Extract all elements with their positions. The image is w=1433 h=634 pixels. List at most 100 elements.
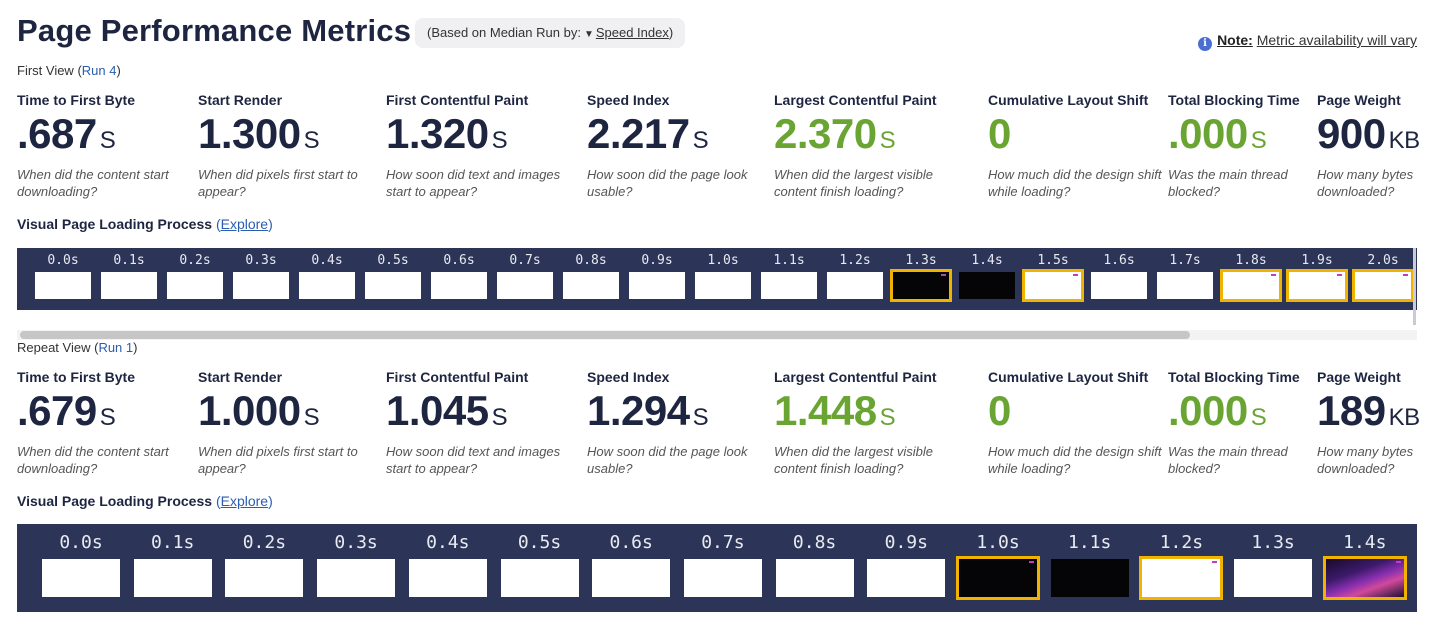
frame-thumbnail[interactable] — [827, 272, 883, 299]
filmstrip-frame[interactable]: 1.0s — [956, 524, 1040, 612]
run-link[interactable]: Run 1 — [98, 340, 133, 355]
metric-value: .000 — [1168, 110, 1248, 157]
filmstrip-frame[interactable]: 0.2s — [225, 524, 304, 612]
frame-time: 1.2s — [1159, 532, 1204, 553]
frame-time: 1.0s — [976, 532, 1020, 553]
frame-thumbnail[interactable] — [1091, 272, 1147, 299]
filmstrip-frame[interactable]: 1.0s — [695, 248, 751, 310]
scrollbar-thumb[interactable] — [20, 331, 1190, 339]
frame-thumbnail[interactable] — [233, 272, 289, 299]
frame-thumbnail[interactable] — [1322, 556, 1407, 600]
metric-value: .679 — [17, 387, 97, 434]
frame-thumbnail[interactable] — [1139, 556, 1224, 600]
metric-value: 0 — [988, 387, 1011, 434]
frame-thumbnail[interactable] — [225, 559, 304, 597]
frame-time: 0.2s — [179, 253, 211, 268]
frame-time: 0.1s — [113, 253, 145, 268]
frame-thumbnail[interactable] — [299, 272, 355, 299]
metric-description: How soon did the page look usable? — [587, 444, 748, 476]
frame-thumbnail[interactable] — [1022, 269, 1084, 302]
metric-note[interactable]: i Note: Metric availability will vary — [1198, 32, 1417, 51]
filmstrip-frame[interactable]: 0.7s — [497, 248, 553, 310]
filmstrip-frame[interactable]: 0.0s — [35, 248, 91, 310]
run-link[interactable]: Run 4 — [82, 63, 117, 78]
filmstrip-frame[interactable]: 1.7s — [1157, 248, 1213, 310]
frame-thumbnail[interactable] — [1286, 269, 1348, 302]
frame-thumbnail[interactable] — [408, 559, 487, 597]
filmstrip-frame[interactable]: 0.4s — [299, 248, 355, 310]
filmstrip-frame[interactable]: 0.6s — [431, 248, 487, 310]
frame-thumbnail[interactable] — [890, 269, 952, 302]
frame-time: 1.2s — [839, 253, 871, 268]
frame-thumbnail[interactable] — [431, 272, 487, 299]
frame-thumbnail[interactable] — [101, 272, 157, 299]
filmstrip-frame[interactable]: 0.3s — [233, 248, 289, 310]
filmstrip-frame[interactable]: 0.0s — [42, 524, 120, 612]
filmstrip-frame[interactable]: 1.1s — [761, 248, 817, 310]
filmstrip-frame[interactable]: 0.1s — [133, 524, 212, 612]
metric-value-line: 1.000 S — [198, 388, 378, 441]
frame-thumbnail[interactable] — [133, 559, 212, 597]
frame-thumbnail[interactable] — [775, 559, 854, 597]
frame-thumbnail[interactable] — [500, 559, 579, 597]
filmstrip-frame[interactable]: 1.5s — [1022, 248, 1084, 310]
filmstrip-frame[interactable]: 1.2s — [827, 248, 883, 310]
frame-thumbnail[interactable] — [959, 272, 1015, 299]
frame-thumbnail[interactable] — [317, 559, 396, 597]
filmstrip-frame[interactable]: 1.8s — [1220, 248, 1282, 310]
frame-thumbnail[interactable] — [956, 556, 1040, 600]
filmstrip[interactable]: 0.0s 0.1s 0.2s 0.3s 0.4s 0.5s 0.6s 0.7s 0.8s 0.9s… — [17, 248, 1417, 310]
frame-thumbnail[interactable] — [867, 559, 946, 597]
filmstrip-frame[interactable]: 1.3s — [890, 248, 952, 310]
filmstrip[interactable]: 0.0s 0.1s 0.2s 0.3s 0.4s 0.5s 0.6s 0.7s 0.8s 0.9s… — [17, 524, 1417, 612]
frame-thumbnail[interactable] — [695, 272, 751, 299]
filmstrip-frame[interactable]: 0.2s — [167, 248, 223, 310]
metric-value: 1.294 — [587, 387, 690, 434]
metric-page-weight: Page Weight 189 KB How many bytes downloade… — [1317, 369, 1420, 477]
filmstrip-frame[interactable]: 1.3s — [1234, 524, 1313, 612]
filmstrip-frame[interactable]: 1.4s — [959, 248, 1015, 310]
filmstrip-frame[interactable]: 1.9s — [1286, 248, 1348, 310]
filmstrip-frame[interactable]: 0.5s — [365, 248, 421, 310]
median-run-selector[interactable]: (Based on Median Run by: ▼ Speed Index) — [415, 18, 686, 48]
filmstrip-frame[interactable]: 0.7s — [683, 524, 762, 612]
frame-thumbnail[interactable] — [365, 272, 421, 299]
filmstrip-frame[interactable]: 0.8s — [775, 524, 854, 612]
filmstrip-frame[interactable]: 0.9s — [867, 524, 946, 612]
filmstrip-frame[interactable]: 0.1s — [101, 248, 157, 310]
filmstrip-frame[interactable]: 0.4s — [408, 524, 487, 612]
frame-thumbnail[interactable] — [42, 559, 120, 597]
frame-time: 1.9s — [1301, 253, 1333, 268]
frame-thumbnail[interactable] — [1352, 269, 1414, 302]
metric-unit: S — [1250, 127, 1267, 154]
filmstrip-frame[interactable]: 2.0s — [1352, 248, 1414, 310]
view-label-text: Repeat View — [17, 340, 91, 355]
filmstrip-frame[interactable]: 0.6s — [592, 524, 671, 612]
frame-thumbnail[interactable] — [35, 272, 91, 299]
filmstrip-frame[interactable]: 0.9s — [629, 248, 685, 310]
frame-thumbnail[interactable] — [1234, 559, 1313, 597]
frame-thumbnail[interactable] — [167, 272, 223, 299]
filmstrip-frame[interactable]: 1.1s — [1050, 524, 1129, 612]
metric-value-line: 0 — [988, 111, 1163, 164]
filmstrip-frame[interactable]: 0.3s — [317, 524, 396, 612]
frame-thumbnail[interactable] — [629, 272, 685, 299]
frame-thumbnail[interactable] — [563, 272, 619, 299]
filmstrip-frame[interactable]: 1.2s — [1139, 524, 1224, 612]
filmstrip-frame[interactable]: 1.6s — [1091, 248, 1147, 310]
filmstrip-frame[interactable]: 0.8s — [563, 248, 619, 310]
explore-link[interactable]: Explore — [221, 493, 268, 509]
frame-thumbnail[interactable] — [683, 559, 762, 597]
filmstrip-frame[interactable]: 1.4s — [1322, 524, 1407, 612]
median-metric-select[interactable]: Speed Index — [596, 25, 669, 40]
explore-link[interactable]: Explore — [221, 216, 268, 232]
frame-thumbnail[interactable] — [592, 559, 671, 597]
frame-thumbnail[interactable] — [1220, 269, 1282, 302]
frame-thumbnail[interactable] — [1157, 272, 1213, 299]
frame-thumbnail[interactable] — [1050, 559, 1129, 597]
frame-thumbnail[interactable] — [761, 272, 817, 299]
filmstrip-frame[interactable]: 0.5s — [500, 524, 579, 612]
frame-thumbnail[interactable] — [497, 272, 553, 299]
metric-value: .000 — [1168, 387, 1248, 434]
metric-value: 1.300 — [198, 110, 301, 157]
